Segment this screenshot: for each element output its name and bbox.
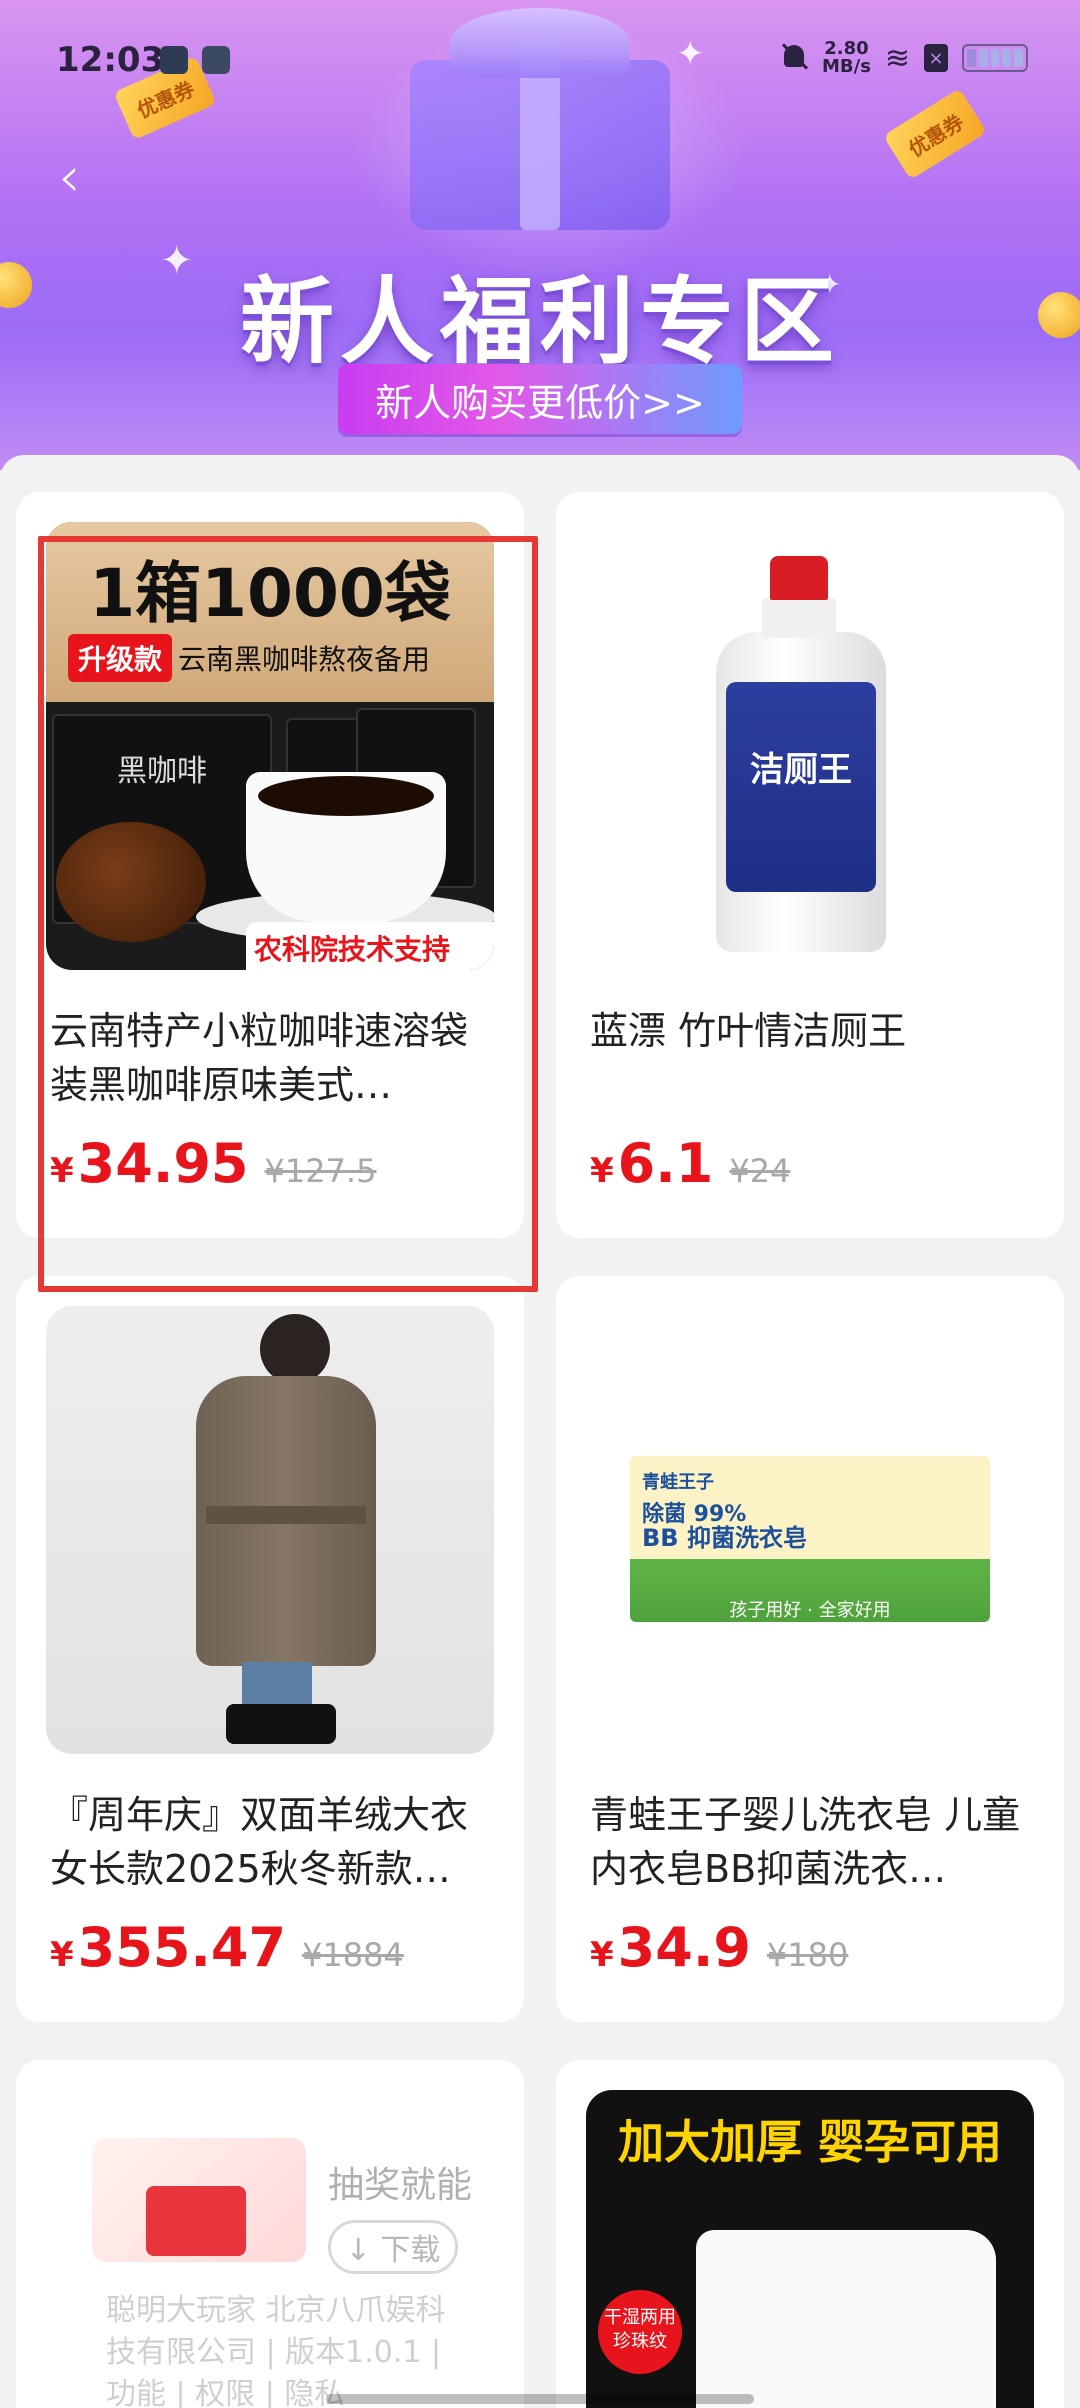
- image-tag: 干湿两用 珍珠纹: [598, 2290, 682, 2374]
- notification-app-icon: [160, 46, 188, 74]
- product-card[interactable]: 『周年庆』双面羊绒大衣女长款2025秋冬新款… ¥355.47 ¥1884: [16, 1276, 524, 2022]
- product-image: [46, 1306, 494, 1754]
- soap-brand: 青蛙王子: [642, 1472, 714, 1493]
- download-button[interactable]: ↓ 下载: [328, 2220, 458, 2274]
- sale-price: ¥34.95: [50, 1132, 249, 1195]
- soap-name: BB 抑菌洗衣皂: [642, 1524, 807, 1552]
- banner-cta-button[interactable]: 新人购买更低价>>: [338, 364, 742, 434]
- product-image: 青蛙王子 除菌 99% BB 抑菌洗衣皂 孩子用好 · 全家好用: [586, 1306, 1034, 1754]
- price-row: ¥355.47 ¥1884: [50, 1916, 404, 1979]
- battery-icon: [962, 44, 1029, 72]
- status-indicators: 2.80 MB/s ≋ ×: [780, 40, 1029, 76]
- product-card[interactable]: 洁厕王 蓝漂 竹叶情洁厕王 ¥6.1 ¥24: [556, 492, 1064, 1238]
- coffee-liquid: [258, 776, 434, 816]
- image-headline: 加大加厚 婴孕可用: [617, 2115, 1002, 2169]
- model-head: [260, 1314, 330, 1384]
- status-time: 12:03: [56, 40, 165, 80]
- product-title: 『周年庆』双面羊绒大衣女长款2025秋冬新款…: [50, 1793, 469, 1891]
- product-card[interactable]: 加大加厚 婴孕可用 干湿两用 珍珠纹: [556, 2060, 1064, 2408]
- original-price: ¥180: [766, 1936, 849, 1974]
- bottle-label-text: 洁厕王: [750, 750, 852, 790]
- notification-app-icon: [202, 46, 230, 74]
- coat-belt: [206, 1506, 366, 1524]
- tissue-sheet: [696, 2230, 996, 2408]
- product-title: 云南特产小粒咖啡速溶袋装黑咖啡原味美式…: [50, 1009, 469, 1107]
- upgrade-tag: 升级款: [68, 634, 173, 682]
- ad-meta: 聪明大玩家 北京八爪娱科技有限公司 | 版本1.0.1 | 功能 | 权限 | …: [106, 2293, 446, 2408]
- product-title: 蓝漂 竹叶情洁厕王: [590, 1009, 907, 1053]
- sale-price: ¥34.9: [590, 1916, 751, 1979]
- gift-bow: [450, 8, 630, 78]
- product-card[interactable]: 1箱1000袋 升级款 云南黑咖啡熬夜备用 黑咖啡 农科院技术支持 云南特产小粒…: [16, 492, 524, 1238]
- sale-price: ¥355.47: [50, 1916, 287, 1979]
- boots: [226, 1704, 336, 1744]
- product-image: 加大加厚 婴孕可用 干湿两用 珍珠纹: [586, 2090, 1034, 2408]
- wifi-icon: ≋: [884, 40, 911, 76]
- product-title: 青蛙王子婴儿洗衣皂 儿童内衣皂BB抑菌洗衣…: [590, 1793, 1021, 1891]
- banner-title: 新人福利专区: [239, 268, 840, 377]
- image-headline: 1箱1000袋: [89, 555, 451, 632]
- price-row: ¥34.9 ¥180: [590, 1916, 848, 1979]
- sparkle-icon: ✦: [676, 34, 705, 74]
- soap-footer: 孩子用好 · 全家好用: [729, 1600, 891, 1621]
- price-row: ¥6.1 ¥24: [590, 1132, 790, 1195]
- image-subline: 升级款 云南黑咖啡熬夜备用: [68, 634, 430, 682]
- home-indicator: [326, 2394, 754, 2404]
- ad-card[interactable]: 抽奖就能 ↓ 下载 聪明大玩家 北京八爪娱科技有限公司 | 版本1.0.1 | …: [16, 2060, 524, 2408]
- product-card[interactable]: 青蛙王子 除菌 99% BB 抑菌洗衣皂 孩子用好 · 全家好用 青蛙王子婴儿洗…: [556, 1276, 1064, 2022]
- network-speed-unit: MB/s: [822, 56, 871, 77]
- coffee-beans: [56, 822, 206, 942]
- image-subline-text: 云南黑咖啡熬夜备用: [178, 643, 431, 676]
- original-price: ¥127.5: [264, 1152, 377, 1190]
- ad-label: 抽奖就能: [328, 2165, 473, 2206]
- bottle-cap: [770, 556, 828, 600]
- red-envelope-icon: [146, 2186, 246, 2256]
- product-image: 洁厕王: [586, 522, 1034, 970]
- welfare-banner: 优惠券 优惠券 ✦ ✦ ✦ 12:03 2.80 MB/s ≋ × ‹ 新人福利…: [0, 0, 1080, 470]
- coupon-icon: 优惠券: [883, 88, 987, 180]
- network-speed: 2.80 MB/s: [822, 40, 871, 76]
- product-image: 1箱1000袋 升级款 云南黑咖啡熬夜备用 黑咖啡 农科院技术支持: [46, 522, 494, 970]
- original-price: ¥24: [729, 1152, 791, 1190]
- no-sim-icon: ×: [924, 44, 949, 72]
- bottle-neck: [762, 598, 836, 638]
- price-row: ¥34.95 ¥127.5: [50, 1132, 376, 1195]
- mute-bell-icon: [780, 43, 808, 73]
- image-footer: 农科院技术支持: [246, 922, 494, 970]
- back-button[interactable]: ‹: [58, 150, 102, 210]
- original-price: ¥1884: [302, 1936, 404, 1974]
- sale-price: ¥6.1: [590, 1132, 714, 1195]
